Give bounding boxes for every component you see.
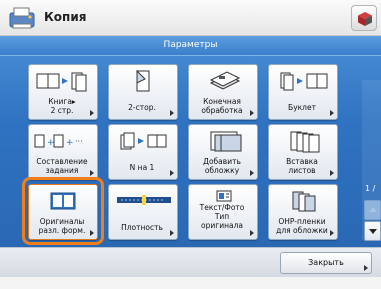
finishing-icon [189, 69, 259, 93]
tile-ohp-film[interactable]: OHP-пленки для обложки [268, 184, 338, 240]
close-button-label: Закрыть [308, 258, 344, 267]
chevron-right-icon [330, 170, 334, 176]
chevron-right-icon [250, 230, 254, 236]
tile-density[interactable]: Плотность [108, 184, 178, 240]
page-scroller: 1 / [362, 80, 381, 241]
header-bar: Копия [0, 0, 381, 36]
insert-sheets-icon [269, 129, 339, 153]
tile-label: Книга▸ 2 стр. [48, 97, 76, 115]
tile-label: Добавить обложку [203, 157, 241, 175]
tile-booklet[interactable]: Буклет [268, 64, 338, 120]
status-monitor-button[interactable] [351, 5, 377, 31]
add-cover-icon [189, 129, 259, 153]
svg-text:+: + [66, 138, 74, 148]
options-title: Параметры [163, 40, 218, 50]
chevron-right-icon [250, 110, 254, 116]
booklet-icon [269, 69, 339, 93]
tile-label: OHP-пленки для обложки [276, 217, 328, 235]
density-slider-icon [109, 189, 179, 213]
tile-label: 2-стор. [128, 103, 156, 112]
chevron-right-icon [170, 110, 174, 116]
footer-strip [0, 277, 381, 289]
book-to-two-pages-icon [29, 69, 99, 93]
tile-label: Буклет [288, 103, 316, 112]
svg-text:···: ··· [75, 137, 83, 146]
options-title-bar: Параметры [0, 36, 381, 56]
chevron-right-icon [90, 110, 94, 116]
chevron-right-icon [364, 265, 368, 271]
bottom-bar: Закрыть [0, 247, 381, 277]
arrow-up-icon [369, 207, 377, 212]
scroll-up-button[interactable] [364, 200, 381, 220]
scroll-down-button[interactable] [364, 221, 381, 241]
ohp-film-icon [269, 189, 339, 213]
chevron-right-icon [170, 170, 174, 176]
tile-job-build[interactable]: + + ··· Составление задания [28, 124, 98, 180]
selection-highlight [22, 177, 104, 245]
chevron-right-icon [170, 230, 174, 236]
two-sided-icon [109, 69, 179, 93]
cube-icon [358, 12, 372, 26]
chevron-right-icon [90, 170, 94, 176]
page-indicator: 1 / [365, 184, 376, 193]
copy-app: Копия Параметры Книга▸ 2 стр. 2-стор. Ко… [0, 0, 381, 289]
tile-finishing[interactable]: Конечная обработка [188, 64, 258, 120]
tile-label: Вставка листов [286, 157, 318, 175]
chevron-right-icon [250, 170, 254, 176]
arrow-down-icon [369, 229, 377, 234]
tile-label: Конечная обработка [201, 97, 243, 115]
chevron-right-icon [330, 110, 334, 116]
tile-insert-sheets[interactable]: Вставка листов [268, 124, 338, 180]
tile-add-cover[interactable]: Добавить обложку [188, 124, 258, 180]
tile-label: Плотность [121, 223, 163, 232]
close-button[interactable]: Закрыть [280, 252, 372, 274]
chevron-right-icon [330, 230, 334, 236]
job-build-icon: + + ··· [29, 129, 99, 153]
svg-text:+: + [47, 138, 55, 148]
copy-machine-icon [8, 4, 38, 32]
tile-label: N на 1 [129, 163, 155, 172]
tile-book-to-2-pages[interactable]: Книга▸ 2 стр. [28, 64, 98, 120]
tile-label: Составление задания [36, 157, 88, 175]
n-on-1-icon [109, 129, 179, 153]
tile-original-type[interactable]: Текст/Фото Тип оригинала [188, 184, 258, 240]
tile-n-on-1[interactable]: N на 1 [108, 124, 178, 180]
page-title: Копия [44, 10, 87, 24]
tile-two-sided[interactable]: 2-стор. [108, 64, 178, 120]
tile-label: Текст/Фото Тип оригинала [199, 203, 245, 230]
